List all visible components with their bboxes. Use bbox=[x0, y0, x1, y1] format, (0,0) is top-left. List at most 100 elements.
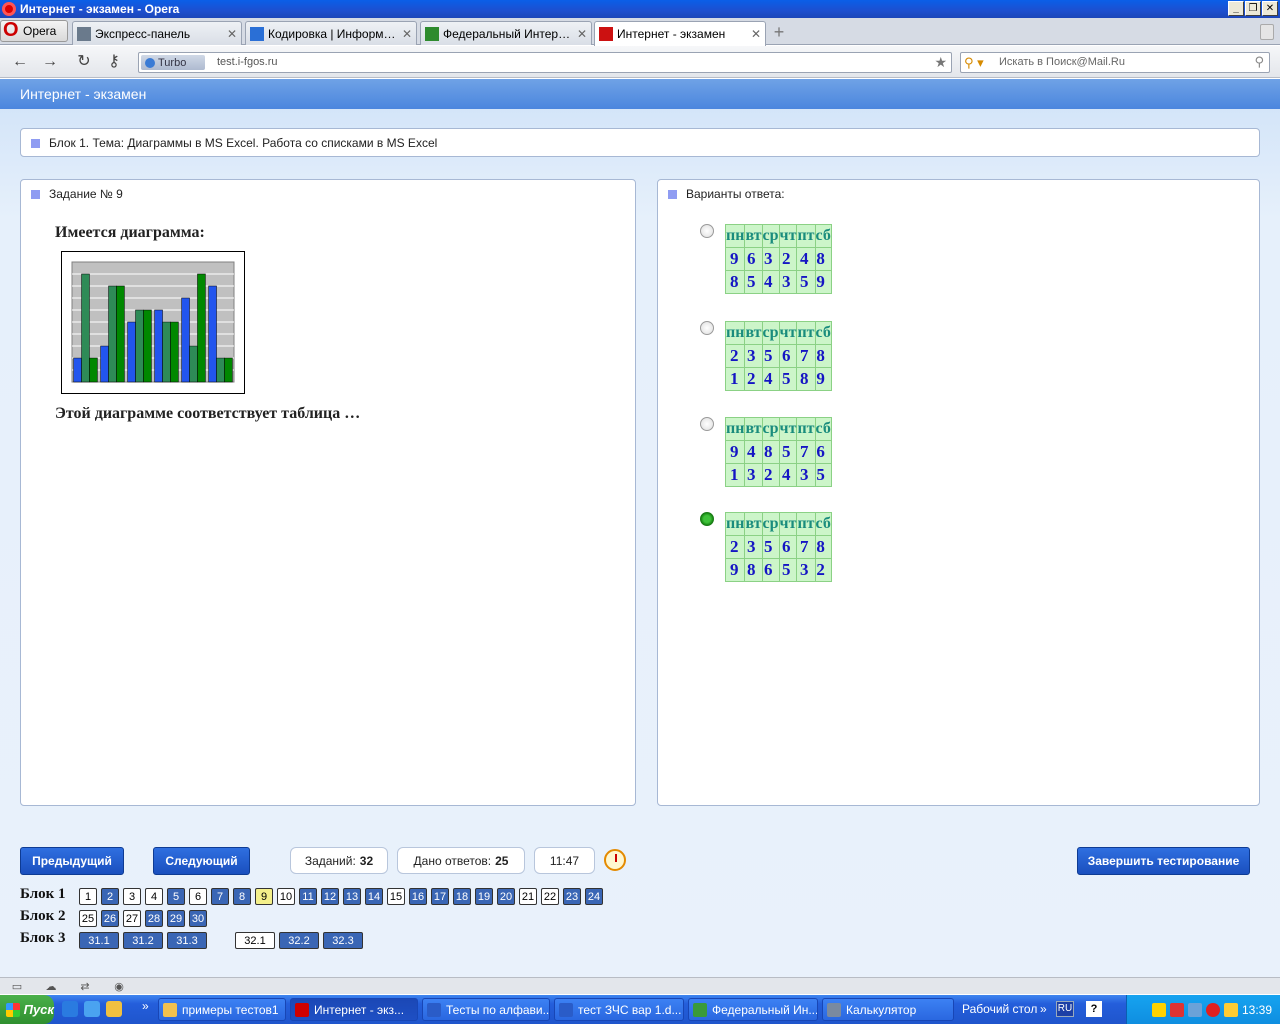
tab-2[interactable]: Кодировка | Информат... ✕ bbox=[245, 21, 417, 45]
turbo-button[interactable]: Turbo bbox=[141, 55, 205, 70]
shield-icon[interactable] bbox=[1151, 1002, 1166, 1017]
question-button-18[interactable]: 18 bbox=[453, 888, 471, 905]
question-button-20[interactable]: 20 bbox=[497, 888, 515, 905]
question-button-31.1[interactable]: 31.1 bbox=[79, 932, 119, 949]
taskbar-item-5[interactable]: Федеральный Ин... bbox=[688, 998, 818, 1021]
question-button-4[interactable]: 4 bbox=[145, 888, 163, 905]
question-button-12[interactable]: 12 bbox=[321, 888, 339, 905]
desktop-toolbar-label[interactable]: Рабочий стол bbox=[962, 1002, 1037, 1016]
search-engine-icon[interactable]: ⚲ ▾ bbox=[964, 55, 992, 71]
question-button-32.3[interactable]: 32.3 bbox=[323, 932, 363, 949]
question-button-21[interactable]: 21 bbox=[519, 888, 537, 905]
opera-menu-button[interactable]: O Opera bbox=[0, 20, 68, 42]
unite-cloud-icon[interactable]: ☁ bbox=[44, 980, 58, 993]
finish-test-button[interactable]: Завершить тестирование bbox=[1077, 847, 1250, 875]
question-button-25[interactable]: 25 bbox=[79, 910, 97, 927]
tab-1[interactable]: Экспресс-панель ✕ bbox=[72, 21, 242, 45]
question-button-24[interactable]: 24 bbox=[585, 888, 603, 905]
taskbar-item-6[interactable]: Калькулятор bbox=[822, 998, 954, 1021]
question-button-23[interactable]: 23 bbox=[563, 888, 581, 905]
question-button-1[interactable]: 1 bbox=[79, 888, 97, 905]
minimize-button[interactable]: _ bbox=[1228, 1, 1244, 16]
key-icon[interactable]: ⚷ bbox=[104, 53, 124, 71]
tab-close-icon[interactable]: ✕ bbox=[751, 27, 761, 41]
next-button[interactable]: Следующий bbox=[153, 847, 250, 875]
question-button-22[interactable]: 22 bbox=[541, 888, 559, 905]
question-button-11[interactable]: 11 bbox=[299, 888, 317, 905]
answer-table-cell: 2 bbox=[744, 367, 763, 391]
new-tab-plus-icon[interactable]: + bbox=[770, 23, 788, 42]
close-button[interactable]: ✕ bbox=[1262, 1, 1278, 16]
question-button-6[interactable]: 6 bbox=[189, 888, 207, 905]
tab-close-icon[interactable]: ✕ bbox=[577, 27, 587, 41]
taskbar-item-label: примеры тестов1 bbox=[182, 1002, 279, 1017]
mail-at-icon[interactable] bbox=[1205, 1002, 1220, 1017]
question-button-10[interactable]: 10 bbox=[277, 888, 295, 905]
panel-toggle-icon[interactable]: ▭ bbox=[10, 980, 24, 993]
answer-radio[interactable] bbox=[700, 321, 714, 335]
search-magnifier-icon[interactable]: ⚲ bbox=[1254, 54, 1264, 70]
answer-table-cell: 6 bbox=[744, 247, 763, 271]
question-button-32.1[interactable]: 32.1 bbox=[235, 932, 275, 949]
forward-arrow-icon[interactable]: → bbox=[40, 53, 60, 71]
question-button-30[interactable]: 30 bbox=[189, 910, 207, 927]
turbo-status-icon[interactable]: ◉ bbox=[112, 980, 126, 993]
question-button-28[interactable]: 28 bbox=[145, 910, 163, 927]
taskbar-item-3[interactable]: Тесты по алфави... bbox=[422, 998, 550, 1021]
network-icon[interactable] bbox=[1187, 1002, 1202, 1017]
tab-3[interactable]: Федеральный Интерне... ✕ bbox=[420, 21, 592, 45]
restore-button[interactable]: ❐ bbox=[1245, 1, 1261, 16]
language-indicator[interactable]: RU bbox=[1056, 1001, 1074, 1017]
question-button-27[interactable]: 27 bbox=[123, 910, 141, 927]
back-arrow-icon[interactable]: ← bbox=[10, 53, 30, 71]
answer-table-cell: 7 bbox=[796, 535, 816, 559]
question-button-29[interactable]: 29 bbox=[167, 910, 185, 927]
window-title: Интернет - экзамен - Opera bbox=[20, 2, 180, 16]
taskbar-item-1[interactable]: примеры тестов1 bbox=[158, 998, 286, 1021]
quicklaunch-more-icon[interactable]: » bbox=[142, 999, 152, 1015]
previous-button[interactable]: Предыдущий bbox=[20, 847, 124, 875]
share-icon[interactable]: ⇄ bbox=[78, 980, 92, 993]
answer-table-cell: 5 bbox=[778, 367, 798, 391]
question-button-19[interactable]: 19 bbox=[475, 888, 493, 905]
answers-count-label: Дано ответов: bbox=[413, 853, 492, 868]
toolbar-more-icon[interactable]: » bbox=[1040, 1002, 1047, 1016]
question-button-9[interactable]: 9 bbox=[255, 888, 273, 905]
question-button-13[interactable]: 13 bbox=[343, 888, 361, 905]
folder-icon[interactable] bbox=[106, 1001, 122, 1017]
question-button-32.2[interactable]: 32.2 bbox=[279, 932, 319, 949]
internet-explorer-icon[interactable] bbox=[62, 1001, 78, 1017]
taskbar-item-2[interactable]: Интернет - экз... bbox=[290, 998, 418, 1021]
question-button-31.3[interactable]: 31.3 bbox=[167, 932, 207, 949]
answer-table-cell: 2 bbox=[724, 535, 746, 559]
question-button-7[interactable]: 7 bbox=[211, 888, 229, 905]
answer-table-cell: 6 bbox=[778, 535, 798, 559]
question-button-8[interactable]: 8 bbox=[233, 888, 251, 905]
question-button-5[interactable]: 5 bbox=[167, 888, 185, 905]
tab-close-icon[interactable]: ✕ bbox=[227, 27, 237, 41]
tab-close-icon[interactable]: ✕ bbox=[402, 27, 412, 41]
answer-radio[interactable] bbox=[700, 512, 714, 526]
question-button-26[interactable]: 26 bbox=[101, 910, 119, 927]
search-input[interactable]: ⚲ ▾ Искать в Поиск@Mail.Ru ⚲ bbox=[960, 52, 1270, 73]
address-field[interactable]: Turbo test.i-fgos.ru ★ bbox=[138, 52, 952, 73]
antivirus-icon[interactable] bbox=[1169, 1002, 1184, 1017]
reload-icon[interactable]: ↻ bbox=[74, 53, 94, 71]
question-button-17[interactable]: 17 bbox=[431, 888, 449, 905]
answer-radio[interactable] bbox=[700, 417, 714, 431]
question-button-15[interactable]: 15 bbox=[387, 888, 405, 905]
pencil-icon[interactable] bbox=[1223, 1002, 1238, 1017]
tab-4[interactable]: Интернет - экзамен ✕ bbox=[594, 21, 766, 46]
help-icon[interactable]: ? bbox=[1086, 1001, 1102, 1017]
answer-radio[interactable] bbox=[700, 224, 714, 238]
question-button-2[interactable]: 2 bbox=[101, 888, 119, 905]
start-button[interactable]: Пуск bbox=[0, 995, 54, 1024]
media-icon[interactable] bbox=[84, 1001, 100, 1017]
trash-icon[interactable] bbox=[1260, 24, 1274, 40]
taskbar-item-4[interactable]: тест ЗЧС вар 1.d... bbox=[554, 998, 684, 1021]
question-button-14[interactable]: 14 bbox=[365, 888, 383, 905]
question-button-16[interactable]: 16 bbox=[409, 888, 427, 905]
question-button-3[interactable]: 3 bbox=[123, 888, 141, 905]
bookmark-star-icon[interactable]: ★ bbox=[934, 54, 947, 71]
question-button-31.2[interactable]: 31.2 bbox=[123, 932, 163, 949]
